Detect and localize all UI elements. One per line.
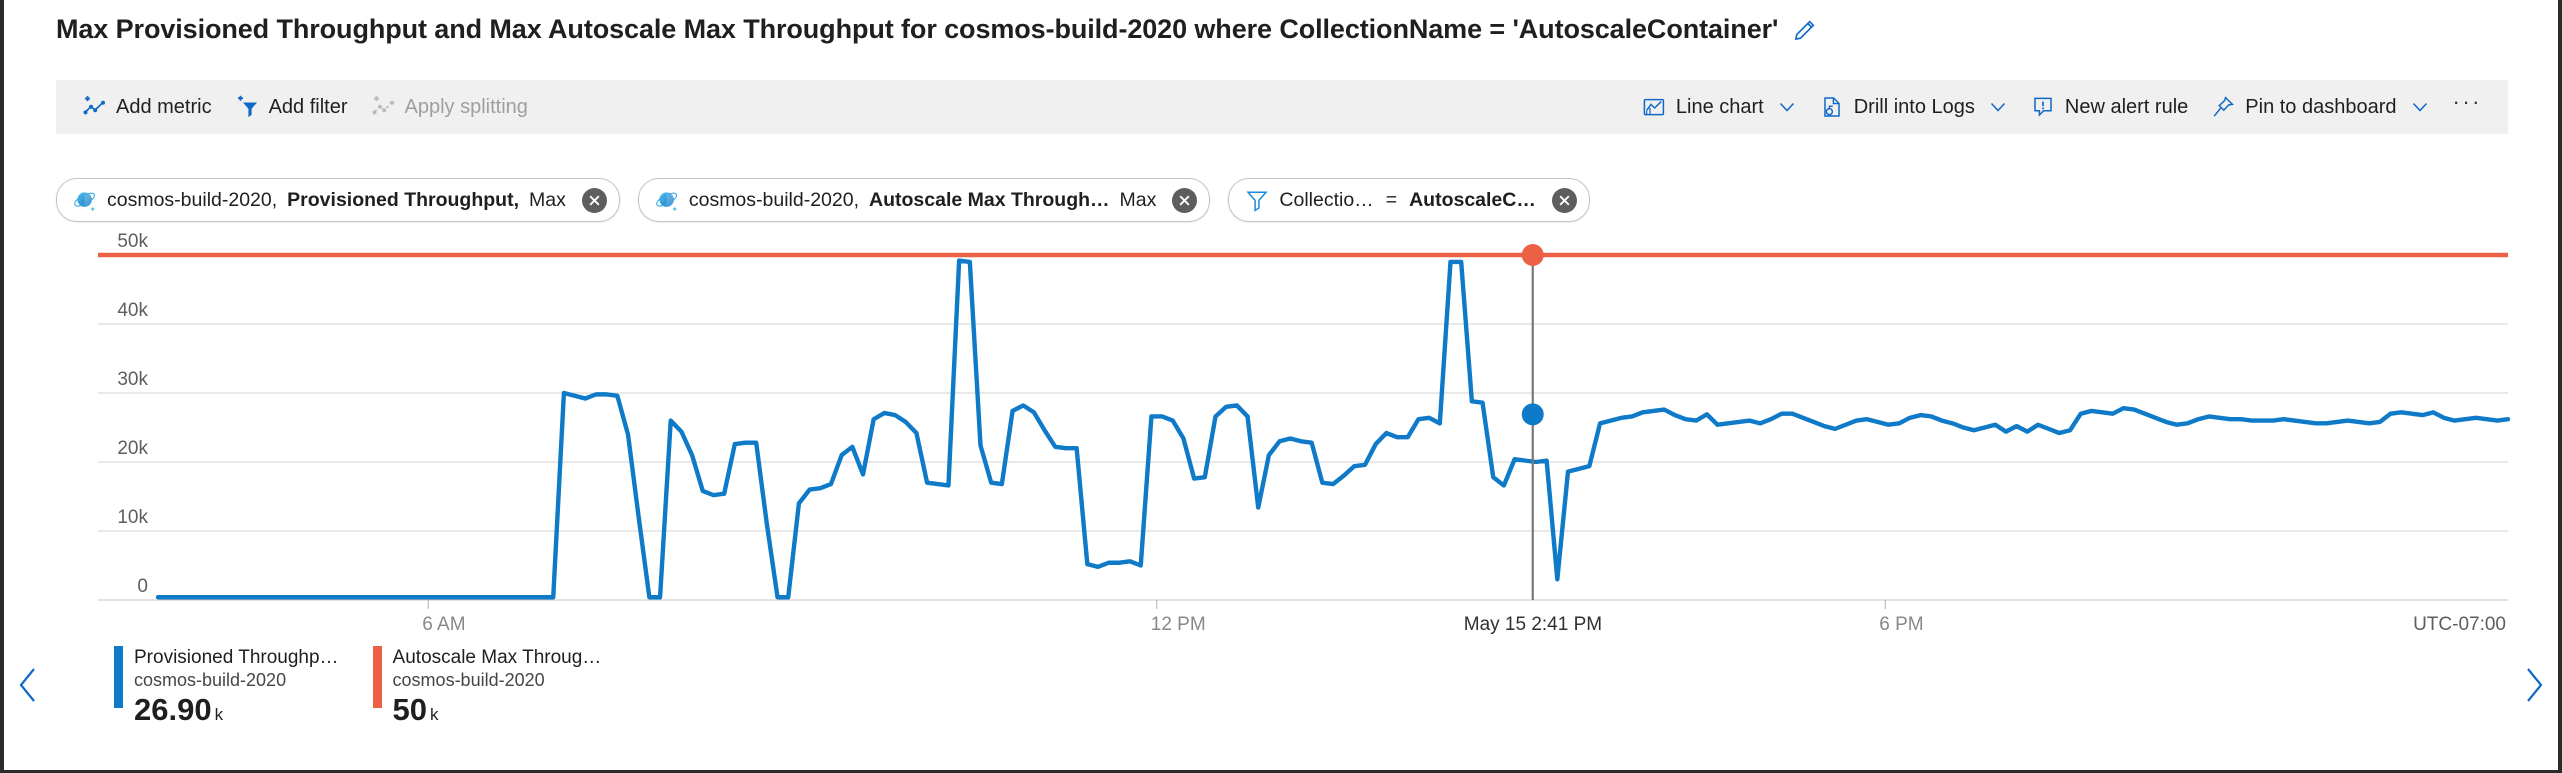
pin-to-dashboard-button[interactable]: Pin to dashboard — [2199, 90, 2440, 124]
add-filter-button[interactable]: Add filter — [223, 90, 359, 124]
chart-next-button[interactable] — [2512, 645, 2556, 725]
pill-resource-name: cosmos-build-2020, — [107, 189, 277, 212]
y-axis-tick-label: 20k — [88, 438, 148, 460]
metric-pill-autoscale-max-throughput[interactable]: cosmos-build-2020, Autoscale Max Through… — [638, 178, 1211, 222]
y-axis-tick-label: 50k — [88, 231, 148, 253]
pill-metric-name: Autoscale Max Through… — [869, 189, 1110, 212]
metric-pill-provisioned-throughput[interactable]: cosmos-build-2020, Provisioned Throughpu… — [56, 178, 620, 222]
series-line-provisioned — [158, 261, 2508, 598]
pill-filter-value: AutoscaleC… — [1409, 189, 1536, 212]
line-chart-label: Line chart — [1676, 96, 1764, 119]
y-axis-tick-label: 10k — [88, 507, 148, 529]
y-axis-tick-label: 0 — [88, 576, 148, 598]
x-axis-tick-label: 12 PM — [1151, 614, 1206, 636]
pencil-icon[interactable] — [1792, 17, 1818, 43]
chart-previous-button[interactable] — [6, 645, 50, 725]
hover-marker-provisioned — [1522, 403, 1544, 425]
legend-value-unit: k — [430, 705, 439, 724]
toolbar-right-group: Line chart Drill into Logs — [1630, 90, 2494, 124]
pill-filter-operator: = — [1386, 189, 1397, 212]
legend-value-number: 50 — [393, 692, 427, 727]
chevron-down-icon — [1988, 97, 2008, 117]
chart-plot-svg[interactable] — [0, 240, 2562, 640]
legend-value-unit: k — [215, 705, 224, 724]
close-icon[interactable] — [1172, 188, 1197, 213]
pill-aggregation: Max — [529, 189, 566, 212]
new-alert-rule-label: New alert rule — [2065, 96, 2188, 119]
line-chart-icon — [1641, 94, 1667, 120]
drill-into-logs-button[interactable]: Drill into Logs — [1808, 90, 2019, 124]
legend-value-number: 26.90 — [134, 692, 212, 727]
add-filter-label: Add filter — [269, 96, 348, 119]
hover-time-label: May 15 2:41 PM — [1464, 614, 1602, 636]
pill-metric-name: Provisioned Throughput, — [287, 189, 519, 212]
y-axis-tick-label: 40k — [88, 300, 148, 322]
apply-splitting-icon — [370, 94, 396, 120]
chart-toolbar: Add metric Add filter — [56, 80, 2508, 134]
legend-color-swatch — [114, 646, 123, 708]
filter-icon — [1245, 188, 1269, 212]
pin-icon — [2210, 94, 2236, 120]
page-title: Max Provisioned Throughput and Max Autos… — [56, 14, 1778, 45]
hover-marker-autoscale — [1522, 244, 1544, 266]
filter-pill-collection-name[interactable]: Collectio… = AutoscaleC… — [1228, 178, 1589, 222]
new-alert-rule-button[interactable]: New alert rule — [2019, 90, 2199, 124]
add-filter-icon — [234, 94, 260, 120]
y-axis-tick-label: 30k — [88, 369, 148, 391]
apply-splitting-button[interactable]: Apply splitting — [359, 90, 539, 124]
chart-legend: Provisioned Throughp… cosmos-build-2020 … — [114, 646, 601, 733]
add-metric-label: Add metric — [116, 96, 212, 119]
chevron-down-icon — [1777, 97, 1797, 117]
pill-resource-name: cosmos-build-2020, — [689, 189, 859, 212]
close-icon[interactable] — [582, 188, 607, 213]
new-alert-rule-icon — [2030, 94, 2056, 120]
pin-to-dashboard-label: Pin to dashboard — [2245, 96, 2396, 119]
timezone-label: UTC-07:00 — [2413, 614, 2506, 636]
legend-resource-name: cosmos-build-2020 — [393, 669, 602, 691]
pill-filter-field: Collectio… — [1279, 189, 1373, 212]
x-axis-tick-label: 6 AM — [422, 614, 465, 636]
legend-metric-name: Autoscale Max Throug… — [393, 646, 602, 669]
metrics-chart: 010k20k30k40k50k6 AM12 PM6 PMUTC-07:00Ma… — [0, 240, 2562, 640]
cosmos-db-icon — [655, 188, 679, 212]
legend-value: 50k — [393, 692, 602, 733]
chevron-left-icon — [14, 663, 42, 707]
close-icon[interactable] — [1552, 188, 1577, 213]
more-options-button[interactable]: ··· — [2441, 97, 2494, 117]
cosmos-db-icon — [73, 188, 97, 212]
chevron-right-icon — [2520, 663, 2548, 707]
legend-item-provisioned-throughput[interactable]: Provisioned Throughp… cosmos-build-2020 … — [114, 646, 339, 733]
chart-title-row: Max Provisioned Throughput and Max Autos… — [56, 14, 1818, 45]
add-metric-button[interactable]: Add metric — [70, 90, 223, 124]
legend-item-autoscale-max-throughput[interactable]: Autoscale Max Throug… cosmos-build-2020 … — [373, 646, 602, 733]
line-chart-button[interactable]: Line chart — [1630, 90, 1808, 124]
pill-aggregation: Max — [1120, 189, 1157, 212]
x-axis-tick-label: 6 PM — [1879, 614, 1923, 636]
metric-pills-row: cosmos-build-2020, Provisioned Throughpu… — [56, 178, 1590, 222]
drill-into-logs-label: Drill into Logs — [1854, 96, 1975, 119]
legend-color-swatch — [373, 646, 382, 708]
chevron-down-icon — [2410, 97, 2430, 117]
drill-logs-icon — [1819, 94, 1845, 120]
legend-metric-name: Provisioned Throughp… — [134, 646, 339, 669]
legend-value: 26.90k — [134, 692, 339, 733]
toolbar-left-group: Add metric Add filter — [70, 90, 539, 124]
add-metric-icon — [81, 94, 107, 120]
legend-resource-name: cosmos-build-2020 — [134, 669, 339, 691]
apply-splitting-label: Apply splitting — [405, 96, 528, 119]
